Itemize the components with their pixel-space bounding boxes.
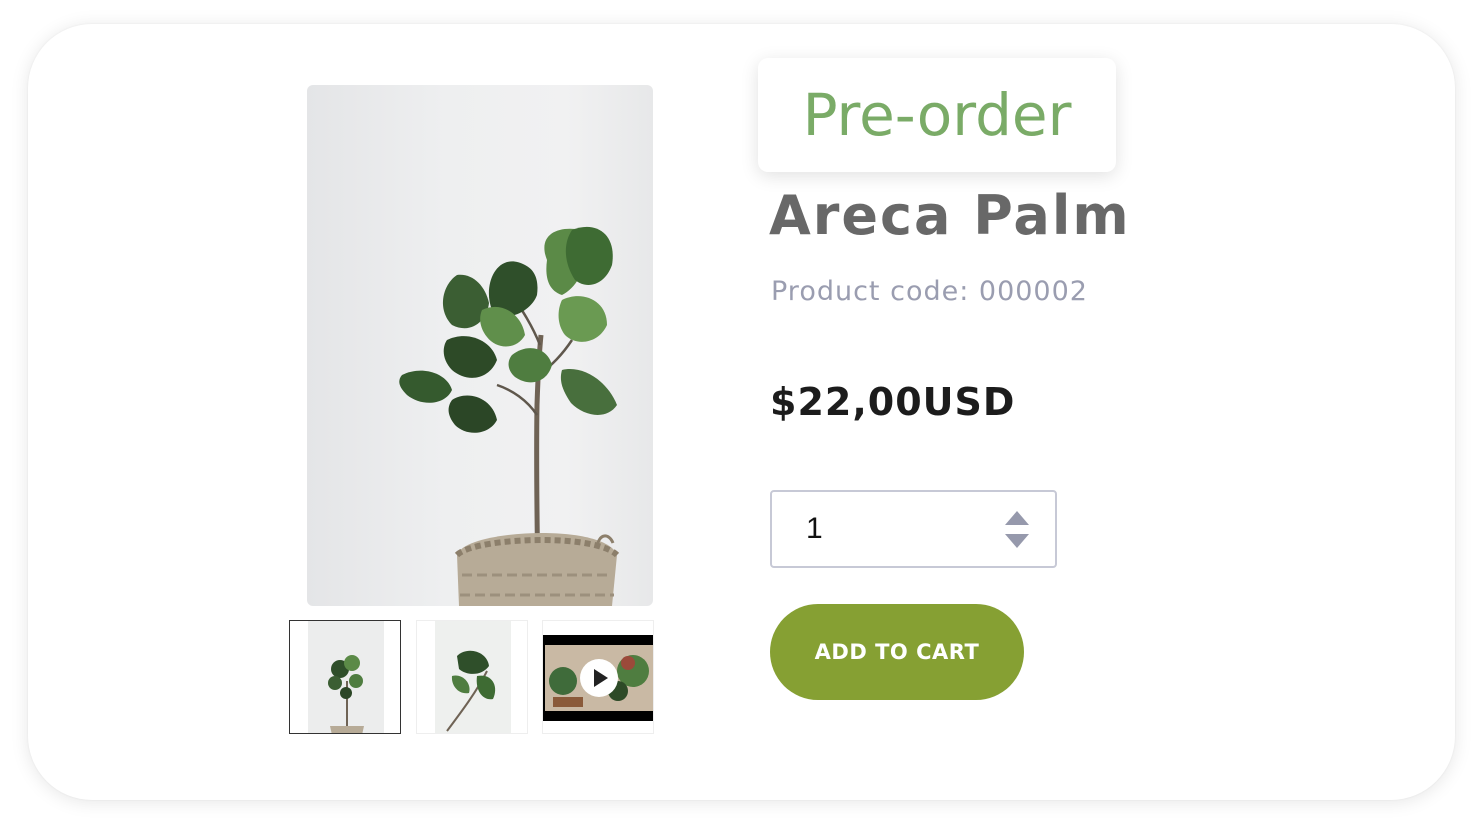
preorder-label: Pre-order (802, 81, 1072, 149)
product-code: Product code: 000002 (771, 276, 1088, 307)
product-title: Areca Palm (769, 184, 1131, 247)
preorder-badge: Pre-order (758, 58, 1116, 172)
triangle-up-icon[interactable] (1004, 510, 1030, 526)
quantity-stepper[interactable]: 1 (770, 490, 1057, 568)
thumbnail-plant-leaves[interactable] (416, 620, 528, 734)
thumbnail-plant-in-basket[interactable] (289, 620, 401, 734)
quantity-value[interactable]: 1 (806, 512, 823, 546)
product-price: $22,00USD (770, 380, 1016, 424)
thumbnail-video[interactable] (542, 620, 654, 734)
product-card (28, 24, 1455, 800)
add-to-cart-button[interactable]: ADD TO CART (770, 604, 1024, 700)
product-main-image[interactable] (307, 85, 653, 606)
triangle-down-icon[interactable] (1004, 533, 1030, 549)
